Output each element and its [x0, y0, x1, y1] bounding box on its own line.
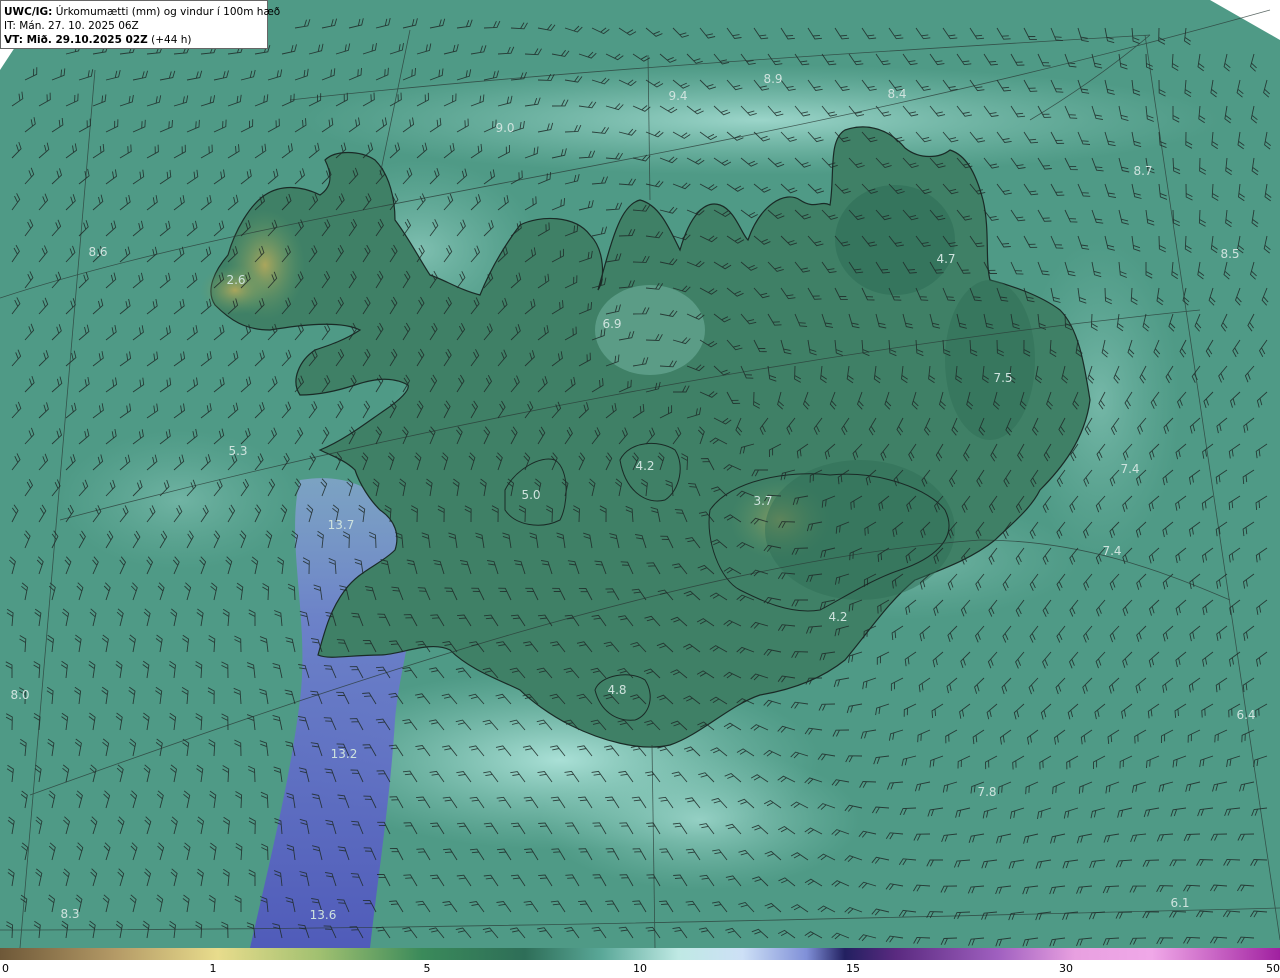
colorbar-tick-label: 0 [2, 962, 9, 975]
precip-value-label: 3.7 [753, 494, 772, 508]
precip-value-label: 13.7 [328, 518, 355, 532]
precip-value-label: 13.2 [331, 747, 358, 761]
precip-value-label: 8.9 [763, 72, 782, 86]
valid-time: VT: Mið. 29.10.2025 02Z [4, 34, 148, 46]
precip-value-label: 4.2 [635, 459, 654, 473]
model-prefix: UWC/IG: [4, 6, 53, 18]
precip-value-label: 6.4 [1236, 708, 1255, 722]
colorbar-tick-label: 5 [423, 962, 431, 975]
precip-value-label: 8.4 [887, 87, 906, 101]
precip-value-label: 5.3 [228, 444, 247, 458]
precip-value-label: 8.7 [1133, 164, 1152, 178]
precip-value-label: 8.5 [1220, 247, 1239, 261]
map-header: UWC/IG: Úrkomumætti (mm) og vindur í 100… [0, 0, 280, 49]
precip-value-label: 4.2 [828, 610, 847, 624]
precip-value-label: 7.5 [993, 371, 1012, 385]
forecast-hour: (+44 h) [147, 34, 192, 46]
precip-value-label: 7.8 [977, 785, 996, 799]
precip-value-label: 9.0 [495, 121, 514, 135]
valid-time-line: VT: Mið. 29.10.2025 02Z (+44 h) [4, 33, 267, 47]
precip-value-label: 8.0 [10, 688, 29, 702]
precip-value-label: 6.9 [602, 317, 621, 331]
precip-value-label: 13.6 [310, 908, 337, 922]
precip-value-label: 9.4 [668, 89, 687, 103]
colorbar-tick-label: 15 [846, 962, 860, 975]
precip-value-label: 8.3 [60, 907, 79, 921]
precip-value-label: 4.7 [936, 252, 955, 266]
precip-value-label: 6.1 [1170, 896, 1189, 910]
precip-value-label: 4.8 [607, 683, 626, 697]
precip-value-label: 5.0 [521, 488, 540, 502]
colorbar-gradient [0, 948, 1280, 960]
colorbar-tick-label: 30 [1059, 962, 1073, 975]
precipitation-wind-map: 8.9 8.4 9.4 9.0 8.7 8.6 8.5 4.7 2.6 6.9 7.5 5.3 4.2 7… [0, 0, 1280, 948]
precip-value-label: 7.4 [1102, 544, 1121, 558]
colorbar-tick-label: 50 [1266, 962, 1280, 975]
title-line: UWC/IG: Úrkomumætti (mm) og vindur í 100… [4, 5, 280, 19]
colorbar-tick-label: 10 [633, 962, 647, 975]
init-time: IT: Mán. 27. 10. 2025 06Z [4, 20, 139, 32]
colorbar-labels: 0 1 5 10 15 30 50 [0, 962, 1280, 978]
precip-value-label: 2.6 [226, 273, 245, 287]
colorbar [0, 948, 1280, 960]
product-title: Úrkomumætti (mm) og vindur í 100m hæð [52, 6, 281, 18]
precip-value-label: 7.4 [1120, 462, 1139, 476]
precip-value-label: 8.6 [88, 245, 107, 259]
colorbar-tick-label: 1 [209, 962, 217, 975]
